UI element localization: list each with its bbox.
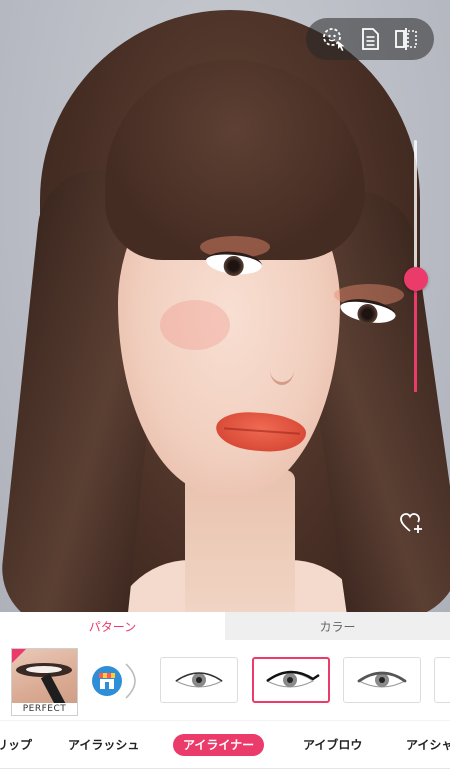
eyeliner-pattern-4[interactable] [434, 657, 450, 703]
add-favorite-button[interactable] [395, 506, 429, 540]
eyeliner-pattern-3[interactable] [343, 657, 421, 703]
category-eyebrow[interactable]: アイブロウ [303, 734, 362, 756]
pattern-row: PERFECT [0, 640, 450, 720]
tab-label: カラー [319, 619, 356, 634]
tab-label: パターン [88, 619, 137, 634]
category-eyelash[interactable]: アイラッシュ [68, 734, 139, 756]
compare-button[interactable] [392, 25, 420, 53]
category-eyeshadow[interactable]: アイシャ [406, 734, 450, 756]
nose [270, 355, 294, 385]
category-eyeliner[interactable]: アイライナー [173, 734, 265, 756]
face-detect-icon [323, 28, 345, 51]
eyeliner-soft-icon [357, 671, 407, 688]
perfect-preset-button[interactable]: PERFECT [11, 648, 78, 716]
slider-fill [414, 278, 417, 392]
document-icon [362, 28, 379, 50]
makeup-preview-photo [0, 0, 450, 612]
refresh-arc-icon[interactable] [122, 660, 146, 702]
eyeliner-thin-icon [175, 672, 223, 688]
store-icon [99, 673, 115, 689]
intensity-slider[interactable] [402, 140, 428, 392]
store-button[interactable] [92, 666, 122, 696]
category-lip[interactable]: リップ [0, 734, 32, 756]
top-toolbar [306, 18, 434, 60]
selected-corner-marker [12, 649, 26, 663]
eyeliner-pattern-2[interactable] [252, 657, 330, 703]
pattern-color-tabs: パターン カラー [0, 612, 450, 640]
eyeliner-pattern-1[interactable] [160, 657, 238, 703]
tab-color[interactable]: カラー [225, 612, 450, 640]
bottom-divider [0, 768, 450, 781]
blush [160, 300, 230, 350]
makeup-category-bar: リップ アイラッシュ アイライナー アイブロウ アイシャ [0, 720, 450, 768]
compare-icon [395, 28, 417, 50]
preset-eye-image [16, 663, 72, 677]
heart-plus-icon [400, 513, 422, 533]
document-button[interactable] [356, 25, 384, 53]
tab-pattern[interactable]: パターン [0, 612, 225, 640]
slider-thumb[interactable] [404, 266, 428, 291]
eyeliner-wing-icon [266, 670, 320, 688]
perfect-label: PERFECT [12, 703, 77, 715]
face-detect-button[interactable] [320, 25, 348, 53]
